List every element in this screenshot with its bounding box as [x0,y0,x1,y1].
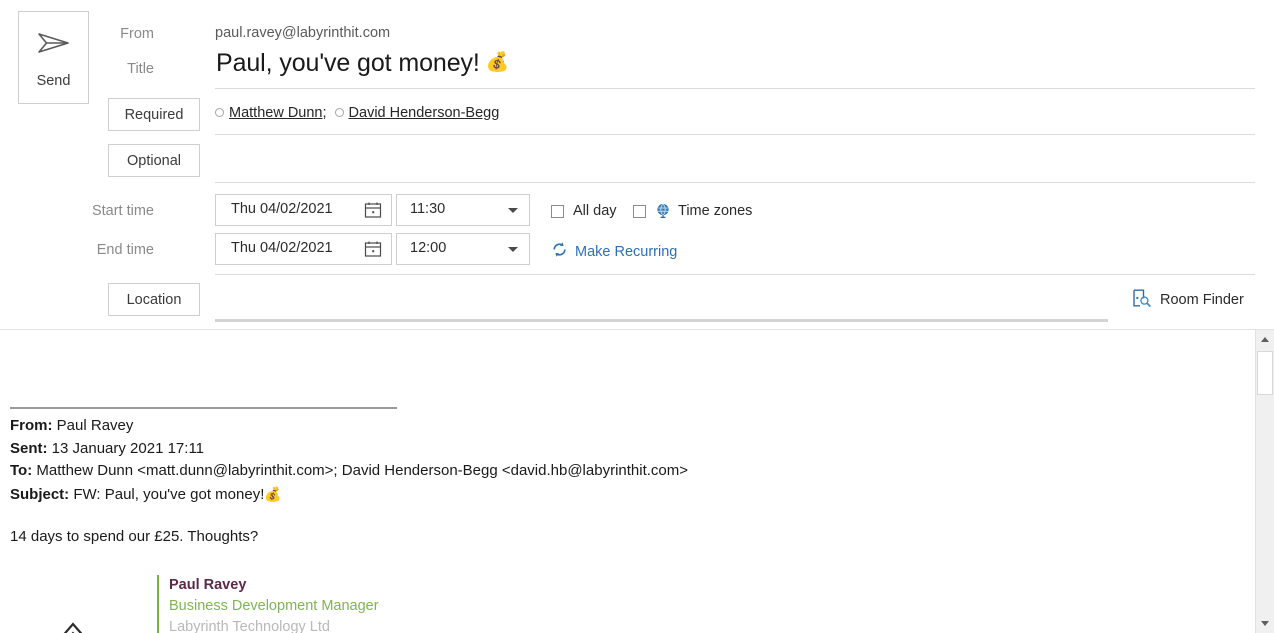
forwarded-message-divider [10,407,397,409]
location-underline [215,319,1108,322]
required-attendees-value[interactable]: Matthew Dunn; David Henderson-Begg [215,105,499,121]
chevron-down-icon [1261,621,1269,626]
room-finder-label: Room Finder [1160,292,1244,308]
forwarded-from-label: From: [10,417,53,434]
end-date-input[interactable]: Thu 04/02/2021 [215,233,392,265]
chevron-down-icon[interactable] [508,208,518,213]
divider-optional [215,182,1255,183]
optional-attendees-value[interactable] [215,145,1255,177]
presence-circle-icon [215,108,224,117]
forwarded-from-value: Paul Ravey [56,417,134,434]
forwarded-to-value: Matthew Dunn <matt.dunn@labyrinthit.com>… [36,462,689,479]
attendee-separator-0: ; [322,105,327,121]
forwarded-to-label: To: [10,462,33,479]
globe-icon [655,203,671,219]
email-body[interactable]: From: Paul Ravey Sent: 13 January 2021 1… [0,330,1255,633]
attendee-david-henderson-begg[interactable]: David Henderson-Begg [349,105,500,121]
start-time-label: Start time [91,203,154,219]
meeting-header-form: Send From paul.ravey@labyrinthit.com Tit… [0,0,1274,330]
divider-schedule [215,274,1255,275]
divider-title [215,88,1255,89]
forwarded-to-line: To: Matthew Dunn <matt.dunn@labyrinthit.… [10,460,688,483]
body-scrollbar[interactable] [1255,330,1274,633]
signature-name: Paul Ravey [169,577,247,593]
email-signature: Paul Ravey Business Development Manager … [157,575,379,633]
all-day-checkbox[interactable] [551,204,564,218]
chevron-up-icon [1261,337,1269,342]
time-zones-checkbox-row[interactable]: Time zones [633,203,752,219]
attendee-matthew-dunn[interactable]: Matthew Dunn [229,105,323,121]
scrollbar-up-button[interactable] [1256,330,1274,349]
from-value[interactable]: paul.ravey@labyrinthit.com [215,25,390,41]
forwarded-message-header: From: Paul Ravey Sent: 13 January 2021 1… [10,415,688,506]
optional-attendees-button[interactable]: Optional [108,144,200,177]
scrollbar-down-button[interactable] [1256,614,1274,633]
start-date-input[interactable]: Thu 04/02/2021 [215,194,392,226]
message-text: 14 days to spend our £25. Thoughts? [10,528,259,545]
title-value[interactable]: Paul, you've got money! 💰 [216,49,509,78]
calendar-icon[interactable] [364,240,382,263]
forwarded-subject-value: FW: Paul, you've got money! [73,485,265,503]
from-label: From [120,26,154,42]
location-button[interactable]: Location [108,283,200,316]
company-logo-icon [56,618,90,633]
end-date-value: Thu 04/02/2021 [231,240,333,256]
make-recurring-button[interactable]: Make Recurring [551,241,677,262]
chevron-down-icon[interactable] [508,247,518,252]
make-recurring-label: Make Recurring [575,243,678,260]
money-bag-icon: 💰 [264,485,282,502]
all-day-label: All day [573,203,617,219]
calendar-icon[interactable] [364,201,382,224]
room-finder-icon [1131,288,1151,312]
divider-required [215,134,1255,135]
recurring-icon [551,241,568,262]
forwarded-subject-label: Subject: [10,485,70,503]
time-zones-checkbox[interactable] [633,204,646,218]
location-input[interactable] [215,284,1095,316]
title-label: Title [127,61,154,77]
time-zones-label: Time zones [678,203,753,219]
start-time-input[interactable]: 11:30 [396,194,530,226]
title-text: Paul, you've got money! [216,49,480,77]
signature-company: Labyrinth Technology Ltd [169,619,330,633]
end-time-value: 12:00 [410,240,447,256]
room-finder-button[interactable]: Room Finder [1131,288,1244,312]
forwarded-sent-line: Sent: 13 January 2021 17:11 [10,438,688,461]
start-time-value: 11:30 [410,201,446,217]
forwarded-sent-label: Sent: [10,439,48,457]
presence-circle-icon [334,108,344,117]
all-day-checkbox-row[interactable]: All day [551,203,617,219]
required-attendees-button[interactable]: Required [108,98,200,131]
send-button[interactable]: Send [18,11,89,104]
end-time-label: End time [96,242,154,258]
forwarded-sent-value: 13 January 2021 17:11 [51,439,205,457]
signature-role: Business Development Manager [169,598,379,614]
forwarded-subject-line: Subject: FW: Paul, you've got money!💰 [10,483,688,507]
start-date-value: Thu 04/02/2021 [231,201,333,217]
forwarded-from-line: From: Paul Ravey [10,415,688,438]
end-time-input[interactable]: 12:00 [396,233,530,265]
meeting-compose-window: Send From paul.ravey@labyrinthit.com Tit… [0,0,1274,633]
scrollbar-thumb[interactable] [1257,351,1273,395]
money-bag-icon: 💰 [485,52,510,73]
